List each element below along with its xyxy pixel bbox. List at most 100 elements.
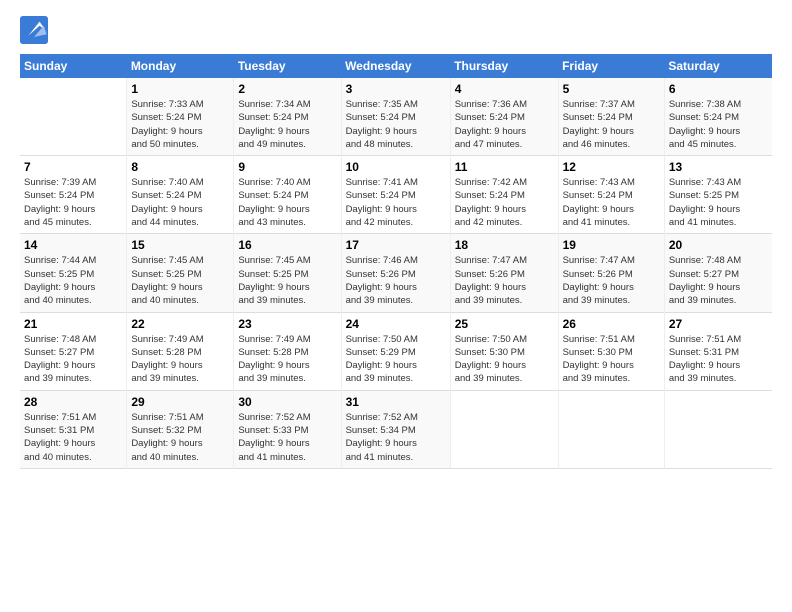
day-info: Sunrise: 7:41 AMSunset: 5:24 PMDaylight:… (346, 176, 446, 229)
day-number: 9 (238, 160, 336, 174)
day-info: Sunrise: 7:47 AMSunset: 5:26 PMDaylight:… (563, 254, 660, 307)
day-number: 2 (238, 82, 336, 96)
header-thursday: Thursday (450, 54, 558, 78)
day-number: 13 (669, 160, 768, 174)
day-number: 20 (669, 238, 768, 252)
day-number: 30 (238, 395, 336, 409)
day-info: Sunrise: 7:52 AMSunset: 5:34 PMDaylight:… (346, 411, 446, 464)
cell-4-3: 31 Sunrise: 7:52 AMSunset: 5:34 PMDayligh… (341, 390, 450, 468)
day-number: 18 (455, 238, 554, 252)
day-number: 28 (24, 395, 122, 409)
cell-2-6: 20Sunrise: 7:48 AMSunset: 5:27 PMDayligh… (664, 234, 772, 312)
cell-1-6: 13 Sunrise: 7:43 AMSunset: 5:25 PMDayligh… (664, 156, 772, 234)
week-row-3: 21Sunrise: 7:48 AMSunset: 5:27 PMDayligh… (20, 312, 772, 390)
day-number: 1 (131, 82, 229, 96)
cell-4-6 (664, 390, 772, 468)
cell-1-4: 11Sunrise: 7:42 AMSunset: 5:24 PMDayligh… (450, 156, 558, 234)
day-info: Sunrise: 7:34 AMSunset: 5:24 PMDaylight:… (238, 98, 336, 151)
day-number: 23 (238, 317, 336, 331)
day-number: 6 (669, 82, 768, 96)
cell-4-0: 28 Sunrise: 7:51 AMSunset: 5:31 PMDayligh… (20, 390, 127, 468)
day-info: Sunrise: 7:47 AMSunset: 5:26 PMDaylight:… (455, 254, 554, 307)
day-number: 27 (669, 317, 768, 331)
day-info: Sunrise: 7:45 AMSunset: 5:25 PMDaylight:… (238, 254, 336, 307)
page: SundayMondayTuesdayWednesdayThursdayFrid… (0, 0, 792, 612)
day-number: 29 (131, 395, 229, 409)
cell-3-6: 27 Sunrise: 7:51 AMSunset: 5:31 PMDayligh… (664, 312, 772, 390)
header-wednesday: Wednesday (341, 54, 450, 78)
header-tuesday: Tuesday (234, 54, 341, 78)
day-info: Sunrise: 7:51 AMSunset: 5:30 PMDaylight:… (563, 333, 660, 386)
cell-2-5: 19 Sunrise: 7:47 AMSunset: 5:26 PMDayligh… (558, 234, 664, 312)
cell-3-0: 21Sunrise: 7:48 AMSunset: 5:27 PMDayligh… (20, 312, 127, 390)
day-info: Sunrise: 7:40 AMSunset: 5:24 PMDaylight:… (238, 176, 336, 229)
day-number: 31 (346, 395, 446, 409)
day-info: Sunrise: 7:43 AMSunset: 5:25 PMDaylight:… (669, 176, 768, 229)
cell-2-3: 17 Sunrise: 7:46 AMSunset: 5:26 PMDayligh… (341, 234, 450, 312)
day-number: 8 (131, 160, 229, 174)
day-info: Sunrise: 7:33 AMSunset: 5:24 PMDaylight:… (131, 98, 229, 151)
cell-1-0: 7Sunrise: 7:39 AMSunset: 5:24 PMDaylight… (20, 156, 127, 234)
cell-0-3: 3Sunrise: 7:35 AMSunset: 5:24 PMDaylight… (341, 78, 450, 156)
cell-3-1: 22 Sunrise: 7:49 AMSunset: 5:28 PMDayligh… (127, 312, 234, 390)
day-number: 14 (24, 238, 122, 252)
header-sunday: Sunday (20, 54, 127, 78)
day-info: Sunrise: 7:42 AMSunset: 5:24 PMDaylight:… (455, 176, 554, 229)
cell-3-2: 23 Sunrise: 7:49 AMSunset: 5:28 PMDayligh… (234, 312, 341, 390)
cell-4-1: 29 Sunrise: 7:51 AMSunset: 5:32 PMDayligh… (127, 390, 234, 468)
day-number: 12 (563, 160, 660, 174)
day-info: Sunrise: 7:49 AMSunset: 5:28 PMDaylight:… (238, 333, 336, 386)
day-info: Sunrise: 7:51 AMSunset: 5:32 PMDaylight:… (131, 411, 229, 464)
header-friday: Friday (558, 54, 664, 78)
cell-4-4 (450, 390, 558, 468)
cell-3-3: 24Sunrise: 7:50 AMSunset: 5:29 PMDayligh… (341, 312, 450, 390)
day-number: 15 (131, 238, 229, 252)
day-info: Sunrise: 7:49 AMSunset: 5:28 PMDaylight:… (131, 333, 229, 386)
day-info: Sunrise: 7:39 AMSunset: 5:24 PMDaylight:… (24, 176, 122, 229)
logo (20, 16, 50, 44)
day-info: Sunrise: 7:46 AMSunset: 5:26 PMDaylight:… (346, 254, 446, 307)
cell-0-1: 1 Sunrise: 7:33 AMSunset: 5:24 PMDaylight… (127, 78, 234, 156)
day-info: Sunrise: 7:38 AMSunset: 5:24 PMDaylight:… (669, 98, 768, 151)
day-info: Sunrise: 7:36 AMSunset: 5:24 PMDaylight:… (455, 98, 554, 151)
day-number: 26 (563, 317, 660, 331)
cell-4-2: 30 Sunrise: 7:52 AMSunset: 5:33 PMDayligh… (234, 390, 341, 468)
cell-1-1: 8Sunrise: 7:40 AMSunset: 5:24 PMDaylight… (127, 156, 234, 234)
day-info: Sunrise: 7:50 AMSunset: 5:30 PMDaylight:… (455, 333, 554, 386)
day-info: Sunrise: 7:45 AMSunset: 5:25 PMDaylight:… (131, 254, 229, 307)
cell-0-5: 5 Sunrise: 7:37 AMSunset: 5:24 PMDaylight… (558, 78, 664, 156)
day-number: 25 (455, 317, 554, 331)
logo-icon (20, 16, 48, 44)
day-info: Sunrise: 7:37 AMSunset: 5:24 PMDaylight:… (563, 98, 660, 151)
cell-2-4: 18 Sunrise: 7:47 AMSunset: 5:26 PMDayligh… (450, 234, 558, 312)
header-monday: Monday (127, 54, 234, 78)
cell-2-2: 16 Sunrise: 7:45 AMSunset: 5:25 PMDayligh… (234, 234, 341, 312)
cell-3-5: 26 Sunrise: 7:51 AMSunset: 5:30 PMDayligh… (558, 312, 664, 390)
day-info: Sunrise: 7:51 AMSunset: 5:31 PMDaylight:… (669, 333, 768, 386)
day-info: Sunrise: 7:35 AMSunset: 5:24 PMDaylight:… (346, 98, 446, 151)
day-info: Sunrise: 7:43 AMSunset: 5:24 PMDaylight:… (563, 176, 660, 229)
day-number: 10 (346, 160, 446, 174)
cell-1-2: 9 Sunrise: 7:40 AMSunset: 5:24 PMDaylight… (234, 156, 341, 234)
cell-4-5 (558, 390, 664, 468)
cell-0-2: 2 Sunrise: 7:34 AMSunset: 5:24 PMDaylight… (234, 78, 341, 156)
header-saturday: Saturday (664, 54, 772, 78)
calendar-table: SundayMondayTuesdayWednesdayThursdayFrid… (20, 54, 772, 469)
day-number: 16 (238, 238, 336, 252)
day-info: Sunrise: 7:48 AMSunset: 5:27 PMDaylight:… (24, 333, 122, 386)
day-info: Sunrise: 7:52 AMSunset: 5:33 PMDaylight:… (238, 411, 336, 464)
cell-0-0 (20, 78, 127, 156)
day-info: Sunrise: 7:44 AMSunset: 5:25 PMDaylight:… (24, 254, 122, 307)
cell-2-0: 14 Sunrise: 7:44 AMSunset: 5:25 PMDayligh… (20, 234, 127, 312)
day-number: 24 (346, 317, 446, 331)
header (20, 16, 772, 44)
day-number: 5 (563, 82, 660, 96)
day-number: 19 (563, 238, 660, 252)
day-number: 22 (131, 317, 229, 331)
cell-1-5: 12 Sunrise: 7:43 AMSunset: 5:24 PMDayligh… (558, 156, 664, 234)
day-number: 17 (346, 238, 446, 252)
week-row-1: 7Sunrise: 7:39 AMSunset: 5:24 PMDaylight… (20, 156, 772, 234)
day-info: Sunrise: 7:51 AMSunset: 5:31 PMDaylight:… (24, 411, 122, 464)
cell-2-1: 15 Sunrise: 7:45 AMSunset: 5:25 PMDayligh… (127, 234, 234, 312)
cell-0-4: 4Sunrise: 7:36 AMSunset: 5:24 PMDaylight… (450, 78, 558, 156)
